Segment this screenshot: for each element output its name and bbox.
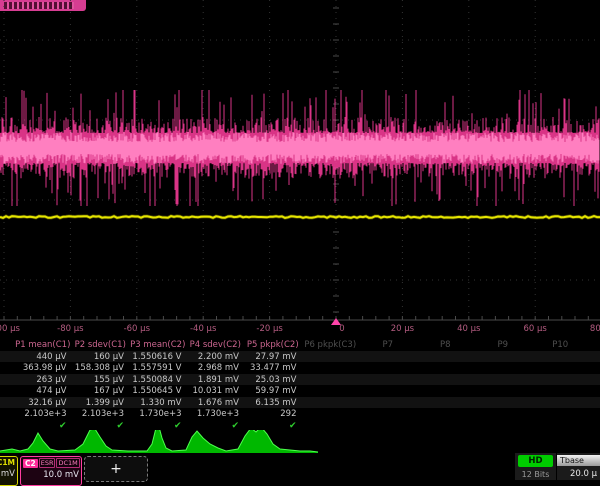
measure-cell: 167 µV — [72, 386, 130, 396]
measure-cell: 158.308 µV — [72, 363, 130, 373]
measure-cell: 160 µV — [72, 352, 130, 362]
measure-status-check: ✔ — [187, 421, 245, 431]
measure-cell: 27.97 mV — [244, 352, 302, 362]
measure-table: P1 mean(C1)P2 sdev(C1)P3 mean(C2)P4 sdev… — [0, 339, 600, 433]
measure-column-header[interactable]: P9 — [474, 340, 532, 350]
measure-cell: 2.103e+3 — [14, 409, 72, 419]
plus-icon: + — [110, 461, 122, 477]
bottom-bar: C1M 0 mV C2 ESR DC1M 10.0 mV + HD 12 Bit… — [0, 453, 600, 480]
hd-bits-label: 12 Bits — [518, 470, 553, 479]
measure-cell: 1.730e+3 — [187, 409, 245, 419]
timebase-descriptor[interactable]: Tbase — [557, 455, 600, 466]
measure-value-row: 32.16 µV1.399 µV1.330 mV1.676 mV6.135 mV — [0, 397, 600, 408]
measure-column-header[interactable]: P6 pkpk(C3) — [302, 340, 360, 350]
c2-esr-badge: ESR — [39, 458, 56, 468]
c2-noise-trace[interactable] — [0, 90, 599, 206]
add-trace-button[interactable]: + — [84, 456, 148, 482]
measure-value-row: 440 µV160 µV1.550616 V2.200 mV27.97 mV — [0, 351, 600, 362]
c1-vertical-scale: 0 mV — [0, 469, 15, 479]
measure-cell: 474 µV — [14, 386, 72, 396]
time-axis-label: 40 µs — [457, 324, 480, 334]
measure-cell: 1.730e+3 — [129, 409, 187, 419]
measure-cell: 2.968 mV — [187, 363, 245, 373]
measure-column-header[interactable]: P2 sdev(C1) — [72, 340, 130, 350]
measure-cell: 1.676 mV — [187, 398, 245, 408]
channel-c2-descriptor[interactable]: C2 ESR DC1M 10.0 mV — [20, 456, 82, 486]
measure-cell: 59.97 mV — [244, 386, 302, 396]
c1-flat-trace[interactable] — [0, 216, 600, 218]
measure-cell: 1.330 mV — [129, 398, 187, 408]
measure-column-header[interactable]: P3 mean(C2) — [129, 340, 187, 350]
time-axis-label: 20 µs — [391, 324, 414, 334]
channel-c1-descriptor[interactable]: C1M 0 mV — [0, 456, 18, 486]
measure-column-header[interactable]: P8 — [417, 340, 475, 350]
c1-coupling-badge: C1M — [0, 458, 15, 467]
measure-cell: 2.103e+3 — [72, 409, 130, 419]
time-axis-label: -20 µs — [256, 324, 282, 334]
time-axis-label: -60 µs — [124, 324, 150, 334]
measure-column-header[interactable]: P10 — [532, 340, 590, 350]
time-axis-label: -100 µs — [0, 324, 20, 334]
c2-vertical-scale: 10.0 mV — [23, 470, 79, 480]
measure-value-row: 2.103e+32.103e+31.730e+31.730e+3292 — [0, 409, 600, 420]
measure-cell: 25.03 mV — [244, 375, 302, 385]
c2-coupling-badge: DC1M — [56, 458, 79, 468]
measure-cell: 33.477 mV — [244, 363, 302, 373]
measure-cell: 1.891 mV — [187, 375, 245, 385]
measure-cell: 1.550645 V — [129, 386, 187, 396]
measure-cell: 2.200 mV — [187, 352, 245, 362]
measure-column-header[interactable]: P7 — [359, 340, 417, 350]
time-axis-label: 0 — [339, 324, 344, 334]
time-axis: -100 µs -80 µs -60 µs -40 µs -20 µs 0 20 µs 40 … — [0, 321, 600, 337]
measure-cell: 292 — [244, 409, 302, 419]
measure-cell: 155 µV — [72, 375, 130, 385]
time-axis-label: 80 µs — [590, 324, 600, 334]
measure-status-check: ✔ — [14, 421, 72, 431]
measure-cell: 32.16 µV — [14, 398, 72, 408]
time-axis-label: -80 µs — [57, 324, 83, 334]
oscilloscope-screen: { "header": { "cropped_label": "" }, "co… — [0, 0, 600, 480]
measure-cell: 1.550616 V — [129, 352, 187, 362]
measure-column-header[interactable]: P4 sdev(C2) — [187, 340, 245, 350]
measure-column-header[interactable]: P1 mean(C1) — [14, 340, 72, 350]
measure-value-row: 263 µV155 µV1.550084 V1.891 mV25.03 mV — [0, 374, 600, 385]
c2-label: C2 — [23, 459, 38, 468]
measure-header-row: P1 mean(C1)P2 sdev(C1)P3 mean(C2)P4 sdev… — [0, 339, 600, 350]
measure-value-row: 363.98 µV158.308 µV1.557591 V2.968 mV33.… — [0, 363, 600, 374]
measure-column-header[interactable]: P5 pkpk(C2) — [244, 340, 302, 350]
measure-status-check: ✔ — [129, 421, 187, 431]
time-axis-label: 60 µs — [524, 324, 547, 334]
measure-status-check: ✔ — [244, 421, 302, 431]
measure-cell: 6.135 mV — [244, 398, 302, 408]
timebase-value: 20.0 µ — [557, 469, 597, 479]
measure-cell: 1.399 µV — [72, 398, 130, 408]
measure-value-row: 474 µV167 µV1.550645 V10.031 mV59.97 mV — [0, 386, 600, 397]
time-axis-label: -40 µs — [190, 324, 216, 334]
measure-cell: 363.98 µV — [14, 363, 72, 373]
measure-cell: 1.550084 V — [129, 375, 187, 385]
hd-mode-badge[interactable]: HD — [518, 455, 553, 467]
waveform-grid — [0, 0, 600, 321]
measure-cell: 263 µV — [14, 375, 72, 385]
measure-status-check: ✔ — [72, 421, 130, 431]
measure-cell: 440 µV — [14, 352, 72, 362]
measure-cell: 1.557591 V — [129, 363, 187, 373]
measure-cell: 10.031 mV — [187, 386, 245, 396]
